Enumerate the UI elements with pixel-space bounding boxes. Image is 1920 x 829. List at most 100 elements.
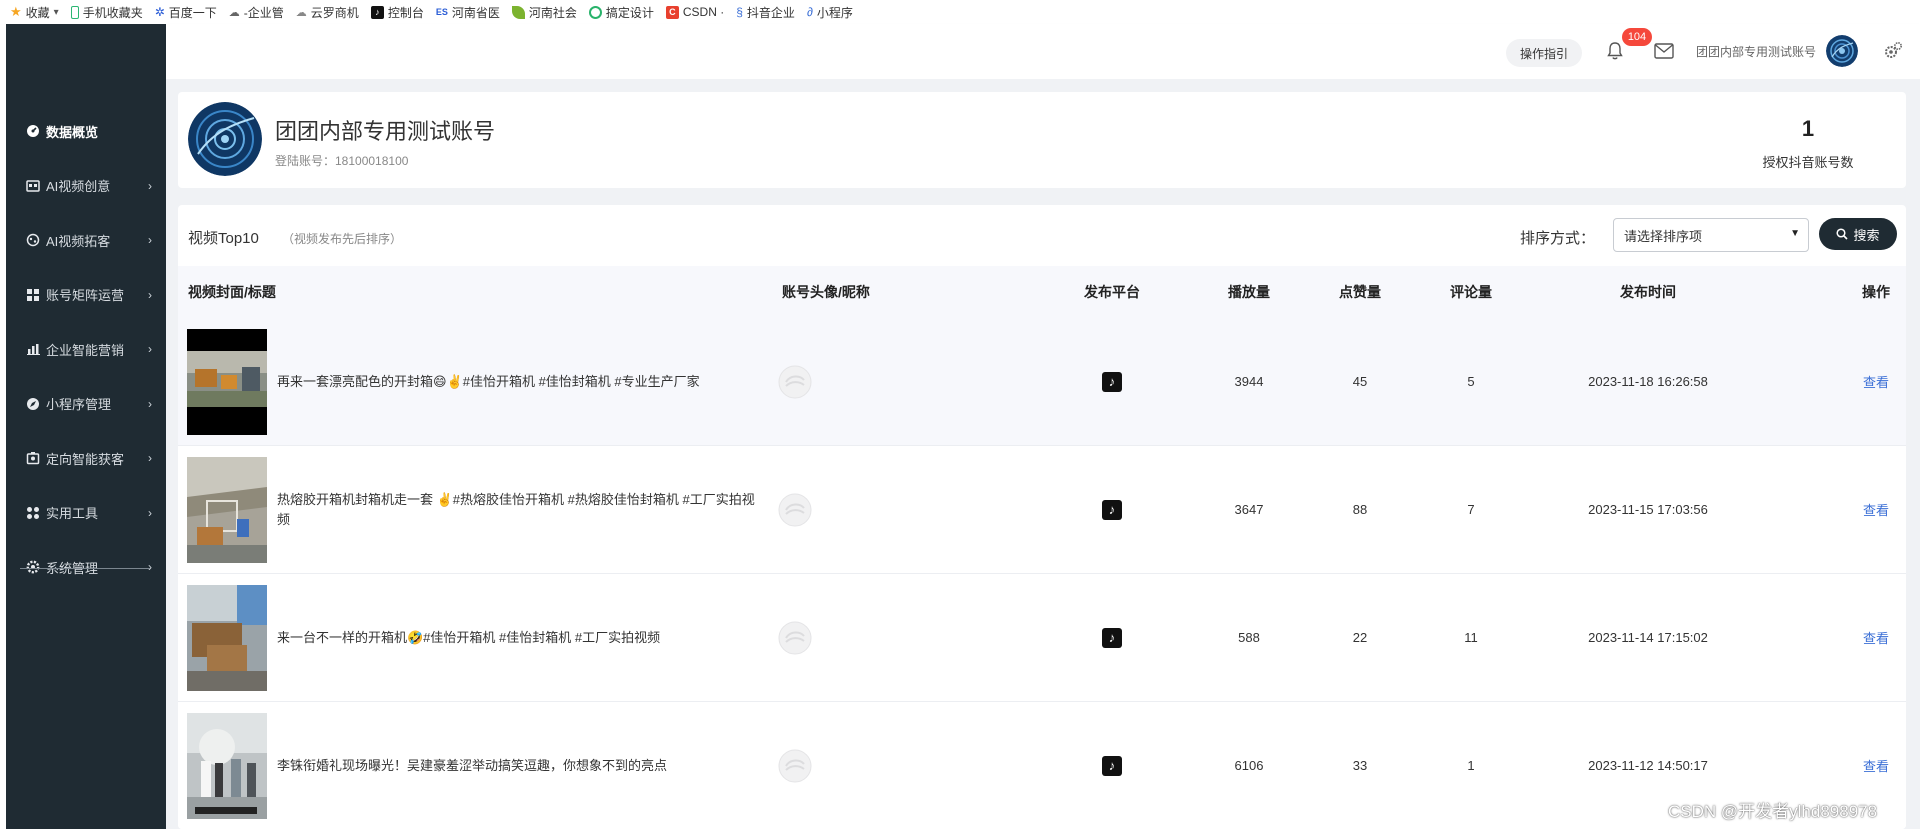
account-avatar-placeholder (778, 365, 812, 398)
bookmark-item[interactable]: 手机收藏夹 (70, 4, 143, 21)
chevron-right-icon: › (148, 451, 152, 466)
sidebar-item-smart-marketing[interactable]: 企业智能营销 › (6, 322, 166, 377)
account-card: 团团内部专用测试账号 登陆账号：18100018100 1 授权抖音账号数 (178, 92, 1906, 188)
header-account-name[interactable]: 团团内部专用测试账号 (1696, 43, 1816, 60)
mail-icon[interactable] (1653, 42, 1675, 60)
sidebar-item-label: 小程序管理 (46, 397, 112, 413)
comments-value: 1 (1467, 758, 1475, 773)
likes-value: 22 (1352, 630, 1368, 645)
view-link[interactable]: 查看 (1854, 318, 1898, 445)
tiktok-icon: ♪ (370, 5, 384, 19)
tools-icon (26, 506, 40, 520)
sidebar-divider (20, 568, 150, 569)
video-title[interactable]: 李铢衔婚礼现场曝光！吴建豪羞涩举动搞笑逗趣，你想象不到的亮点 (277, 756, 757, 776)
search-button[interactable]: 搜索 (1819, 218, 1897, 250)
bookmark-item[interactable]: 河南社会 (511, 4, 577, 21)
column-header: 点赞量 (1339, 284, 1381, 300)
video-title[interactable]: 来一台不一样的开箱机🤣#佳怡开箱机 #佳怡封箱机 #工厂实拍视频 (277, 628, 757, 648)
comments-value: 11 (1464, 630, 1478, 645)
tiktok-icon: ♪ (1102, 499, 1122, 520)
table-row[interactable]: 来一台不一样的开箱机🤣#佳怡开箱机 #佳怡封箱机 #工厂实拍视频 ♪ 588 2… (178, 574, 1906, 702)
video-thumbnail[interactable] (187, 712, 267, 819)
bell-icon[interactable] (1604, 40, 1626, 62)
table-header: 视频封面/标题 账号头像/昵称 发布平台 播放量 点赞量 评论量 发布时间 操作 (178, 266, 1906, 318)
leaf-icon (511, 5, 525, 19)
globe-icon (26, 233, 40, 247)
chevron-right-icon: › (148, 233, 152, 248)
sort-select-value: 请选择排序项 (1624, 228, 1703, 244)
watermark: CSDN @开发者ylhd898978 (1668, 802, 1878, 821)
account-title: 团团内部专用测试账号 (275, 119, 496, 144)
compass-icon (26, 397, 40, 411)
sidebar-item-account-matrix[interactable]: 账号矩阵运营 › (6, 268, 166, 323)
chevron-right-icon: › (148, 287, 152, 302)
bookmark-item[interactable]: § 抖音企业 (736, 4, 795, 21)
chevron-right-icon: › (148, 178, 152, 193)
star-icon: ★ (10, 4, 22, 19)
view-link[interactable]: 查看 (1854, 446, 1898, 573)
bookmark-item[interactable]: 搞定设计 (588, 4, 654, 21)
column-header: 发布平台 (1084, 284, 1140, 300)
sort-label: 排序方式： (1520, 230, 1596, 247)
column-header: 账号头像/昵称 (782, 284, 870, 300)
search-icon (1836, 228, 1849, 240)
publish-time: 2023-11-15 17:03:56 (1588, 502, 1708, 517)
column-header: 评论量 (1450, 284, 1492, 300)
view-link[interactable]: 查看 (1854, 574, 1898, 701)
bookmark-item[interactable]: ∂ 小程序 (807, 4, 853, 21)
comments-value: 7 (1467, 502, 1475, 517)
table-row[interactable]: 热熔胶开箱机封箱机走一套 ✌️#热熔胶佳怡开箱机 #热熔胶佳怡封箱机 #工厂实拍… (178, 446, 1906, 574)
video-thumbnail[interactable] (187, 328, 267, 435)
publish-time: 2023-11-18 16:26:58 (1588, 374, 1708, 389)
column-header: 视频封面/标题 (188, 284, 276, 300)
bookmark-item[interactable]: C CSDN · (665, 5, 724, 19)
sidebar-item-label: 定向智能获客 (46, 451, 125, 467)
video-thumbnail[interactable] (187, 456, 267, 563)
tiktok-icon: ♪ (1102, 755, 1122, 776)
publish-time: 2023-11-14 17:15:02 (1588, 630, 1708, 645)
table-row[interactable]: 李铢衔婚礼现场曝光！吴建豪羞涩举动搞笑逗趣，你想象不到的亮点 ♪ 6106 33… (178, 702, 1906, 829)
bookmark-item[interactable]: ☁ -企业管 (229, 4, 284, 21)
video-top10-card: 视频Top10 （视频发布先后排序） 排序方式： 请选择排序项 ▼ 搜索 视频封… (178, 205, 1906, 829)
settings-gears-icon[interactable] (1882, 40, 1904, 62)
avatar[interactable] (1826, 35, 1858, 67)
table-row[interactable]: 再来一套漂亮配色的开封箱😄✌️#佳怡开箱机 #佳怡封箱机 #专业生产厂家 ♪ 3… (178, 318, 1906, 446)
column-header: 发布时间 (1620, 284, 1676, 300)
section-subtitle: （视频发布先后排序） (282, 232, 403, 246)
bookmark-bar: ★ 收藏 ▾ 手机收藏夹 ✲ 百度一下 ☁ -企业管 ☁ 云罗商机 ♪ 控制台 ES 河南省医… (0, 0, 1920, 24)
account-avatar-placeholder (778, 749, 812, 782)
sidebar-item-ai-video-creative[interactable]: AI视频创意 › (6, 159, 166, 214)
chevron-right-icon: › (148, 505, 152, 520)
guide-button[interactable]: 操作指引 (1506, 39, 1583, 67)
bookmark-item[interactable]: ♪ 控制台 (370, 4, 424, 21)
video-title[interactable]: 热熔胶开箱机封箱机走一套 ✌️#热熔胶佳怡开箱机 #热熔胶佳怡封箱机 #工厂实拍… (277, 490, 757, 530)
sidebar-item-tools[interactable]: 实用工具 › (6, 486, 166, 541)
plays-value: 3944 (1234, 374, 1264, 389)
video-icon (26, 179, 40, 193)
sidebar-item-label: AI视频创意 (46, 179, 111, 195)
sidebar-item-targeted-acquire[interactable]: 定向智能获客 › (6, 431, 166, 486)
video-thumbnail[interactable] (187, 584, 267, 691)
column-header: 播放量 (1228, 284, 1270, 300)
sidebar-item-ai-video-acquire[interactable]: AI视频拓客 › (6, 213, 166, 268)
csdn-icon: C (665, 5, 679, 19)
notification-badge: 104 (1622, 28, 1652, 46)
sidebar-item-label: 数据概览 (46, 124, 99, 140)
chevron-down-icon: ▼ (1790, 228, 1800, 239)
likes-value: 45 (1352, 374, 1368, 389)
bookmark-favorites[interactable]: ★ 收藏 ▾ (10, 4, 59, 21)
cloud-icon: ☁ (295, 6, 307, 19)
bookmark-item[interactable]: ☁ 云罗商机 (296, 4, 359, 21)
plays-value: 588 (1238, 630, 1260, 645)
plays-value: 6106 (1234, 758, 1264, 773)
sidebar-item-miniprogram[interactable]: 小程序管理 › (6, 377, 166, 432)
plays-value: 3647 (1234, 502, 1264, 517)
bookmark-item[interactable]: ES 河南省医 (436, 4, 500, 21)
sidebar-item-dashboard[interactable]: 数据概览 (6, 104, 166, 159)
account-avatar-placeholder (778, 621, 812, 654)
sidebar-item-label: 实用工具 (46, 506, 99, 522)
sort-select[interactable]: 请选择排序项 ▼ (1613, 218, 1809, 252)
bookmark-item[interactable]: ✲ 百度一下 (155, 4, 217, 21)
video-title[interactable]: 再来一套漂亮配色的开封箱😄✌️#佳怡开箱机 #佳怡封箱机 #专业生产厂家 (277, 372, 757, 392)
site-icon: ES (435, 7, 448, 17)
